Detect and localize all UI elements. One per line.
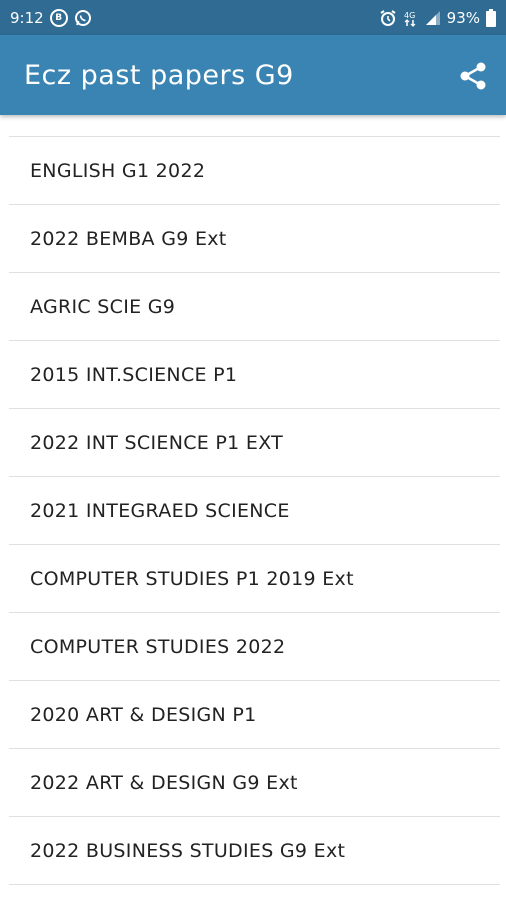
list-item[interactable]: COMPUTER STUDIES P1 2019 Ext (9, 545, 500, 613)
signal-bars-icon (425, 10, 441, 26)
list-item-label: 2015 INT.SCIENCE P1 (30, 363, 238, 386)
list-item[interactable]: 2022 BUSINESS STUDIES G9 Ext (9, 817, 500, 885)
whatsapp-icon (74, 9, 92, 27)
status-bar: 9:12 B 4G 93% (0, 0, 506, 35)
battery-icon (486, 8, 496, 27)
list-item-label: COMPUTER STUDIES P1 2019 Ext (30, 567, 354, 590)
app-title: Ecz past papers G9 (24, 59, 294, 91)
list-item-label: AGRIC SCIE G9 (30, 295, 176, 318)
list-item-label: ENGLISH G1 2022 (30, 159, 206, 182)
list-item-label: COMPUTER STUDIES 2022 (30, 635, 286, 658)
status-right: 4G 93% (379, 8, 496, 27)
list-item-label: 2021 INTEGRAED SCIENCE (30, 499, 290, 522)
share-button[interactable] (458, 61, 488, 91)
list-item[interactable]: COMPUTER STUDIES 2022 (9, 613, 500, 681)
list-item[interactable]: 2020 ART & DESIGN P1 (9, 681, 500, 749)
list-item-label: 2022 ART & DESIGN G9 Ext (30, 771, 298, 794)
svg-text:4G: 4G (404, 11, 415, 20)
list-item[interactable]: 2022 ART & DESIGN G9 Ext (9, 749, 500, 817)
b-circle-icon: B (49, 8, 68, 27)
battery-percent: 93% (446, 8, 480, 27)
list-item-label: 2022 INT SCIENCE P1 EXT (30, 431, 284, 454)
share-icon (460, 62, 486, 90)
status-left: 9:12 B (10, 8, 92, 27)
list-item-label: 2020 ART & DESIGN P1 (30, 703, 257, 726)
list-item[interactable]: 2022 BEMBA G9 Ext (9, 205, 500, 273)
list-item-label: 2022 BEMBA G9 Ext (30, 227, 227, 250)
signal-4g-icon: 4G (403, 9, 419, 27)
list-item[interactable]: 2022 INT SCIENCE P1 EXT (9, 409, 500, 477)
app-bar: Ecz past papers G9 (0, 35, 506, 115)
status-time: 9:12 (10, 8, 44, 27)
list-item[interactable]: 2015 INT.SCIENCE P1 (9, 341, 500, 409)
list-item[interactable]: 2021 INTEGRAED SCIENCE (9, 477, 500, 545)
alarm-icon (379, 9, 397, 27)
papers-list: ENGLISH G1 2022 2022 BEMBA G9 Ext AGRIC … (9, 136, 500, 885)
list-item[interactable]: AGRIC SCIE G9 (9, 273, 500, 341)
list-item[interactable]: ENGLISH G1 2022 (9, 137, 500, 205)
list-item-label: 2022 BUSINESS STUDIES G9 Ext (30, 839, 346, 862)
